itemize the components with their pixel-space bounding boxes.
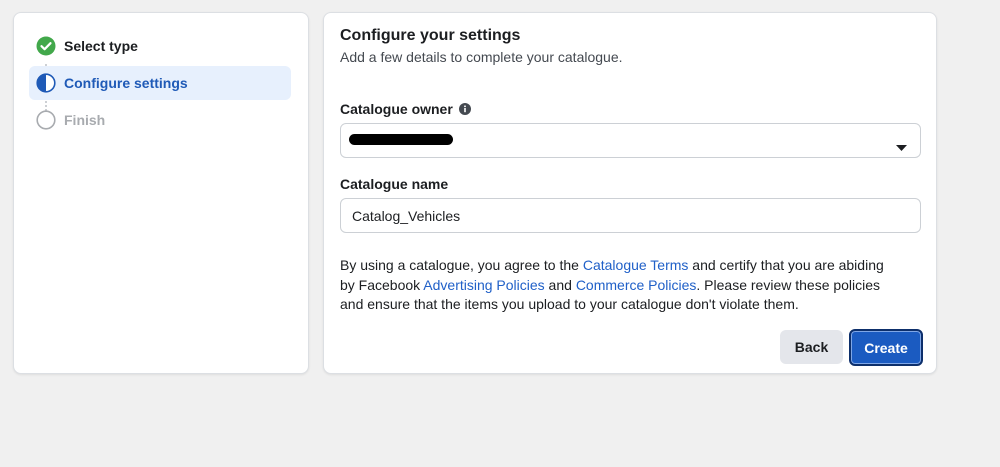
catalogue-name-field[interactable] bbox=[340, 198, 921, 233]
chevron-down-icon bbox=[896, 138, 907, 156]
settings-panel: Configure your settings Add a few detail… bbox=[323, 12, 937, 374]
step-label: Select type bbox=[64, 38, 138, 54]
step-label: Configure settings bbox=[64, 75, 188, 91]
step-select-type[interactable]: Select type bbox=[29, 29, 291, 63]
page-subtitle: Add a few details to complete your catal… bbox=[340, 49, 623, 65]
info-icon[interactable] bbox=[458, 103, 471, 115]
step-finish[interactable]: Finish bbox=[29, 103, 291, 137]
catalogue-owner-label: Catalogue owner bbox=[340, 101, 471, 117]
catalogue-owner-select[interactable] bbox=[340, 123, 921, 158]
redacted-owner-value bbox=[349, 134, 453, 145]
catalogue-name-label: Catalogue name bbox=[340, 176, 449, 192]
advertising-policies-link[interactable]: Advertising Policies bbox=[423, 277, 544, 293]
terms-text-part: By using a catalogue, you agree to the bbox=[340, 257, 583, 273]
terms-text-part: and bbox=[544, 276, 576, 293]
step-configure-settings[interactable]: Configure settings bbox=[29, 66, 291, 100]
terms-text: By using a catalogue, you agree to the C… bbox=[340, 256, 900, 315]
step-label: Finish bbox=[64, 112, 106, 128]
check-circle-icon bbox=[36, 36, 56, 56]
back-button[interactable]: Back bbox=[780, 330, 843, 364]
catalogue-terms-link[interactable]: Catalogue Terms bbox=[583, 257, 689, 273]
catalogue-name-input[interactable] bbox=[341, 199, 920, 232]
empty-circle-icon bbox=[36, 110, 56, 130]
commerce-policies-link[interactable]: Commerce Policies bbox=[576, 277, 697, 293]
catalogue-owner-label-text: Catalogue owner bbox=[340, 101, 453, 117]
steps-panel: Select type Configure settings Finish bbox=[13, 12, 309, 374]
half-circle-icon bbox=[36, 73, 56, 93]
create-button[interactable]: Create bbox=[849, 329, 923, 366]
page-title: Configure your settings bbox=[340, 27, 521, 44]
